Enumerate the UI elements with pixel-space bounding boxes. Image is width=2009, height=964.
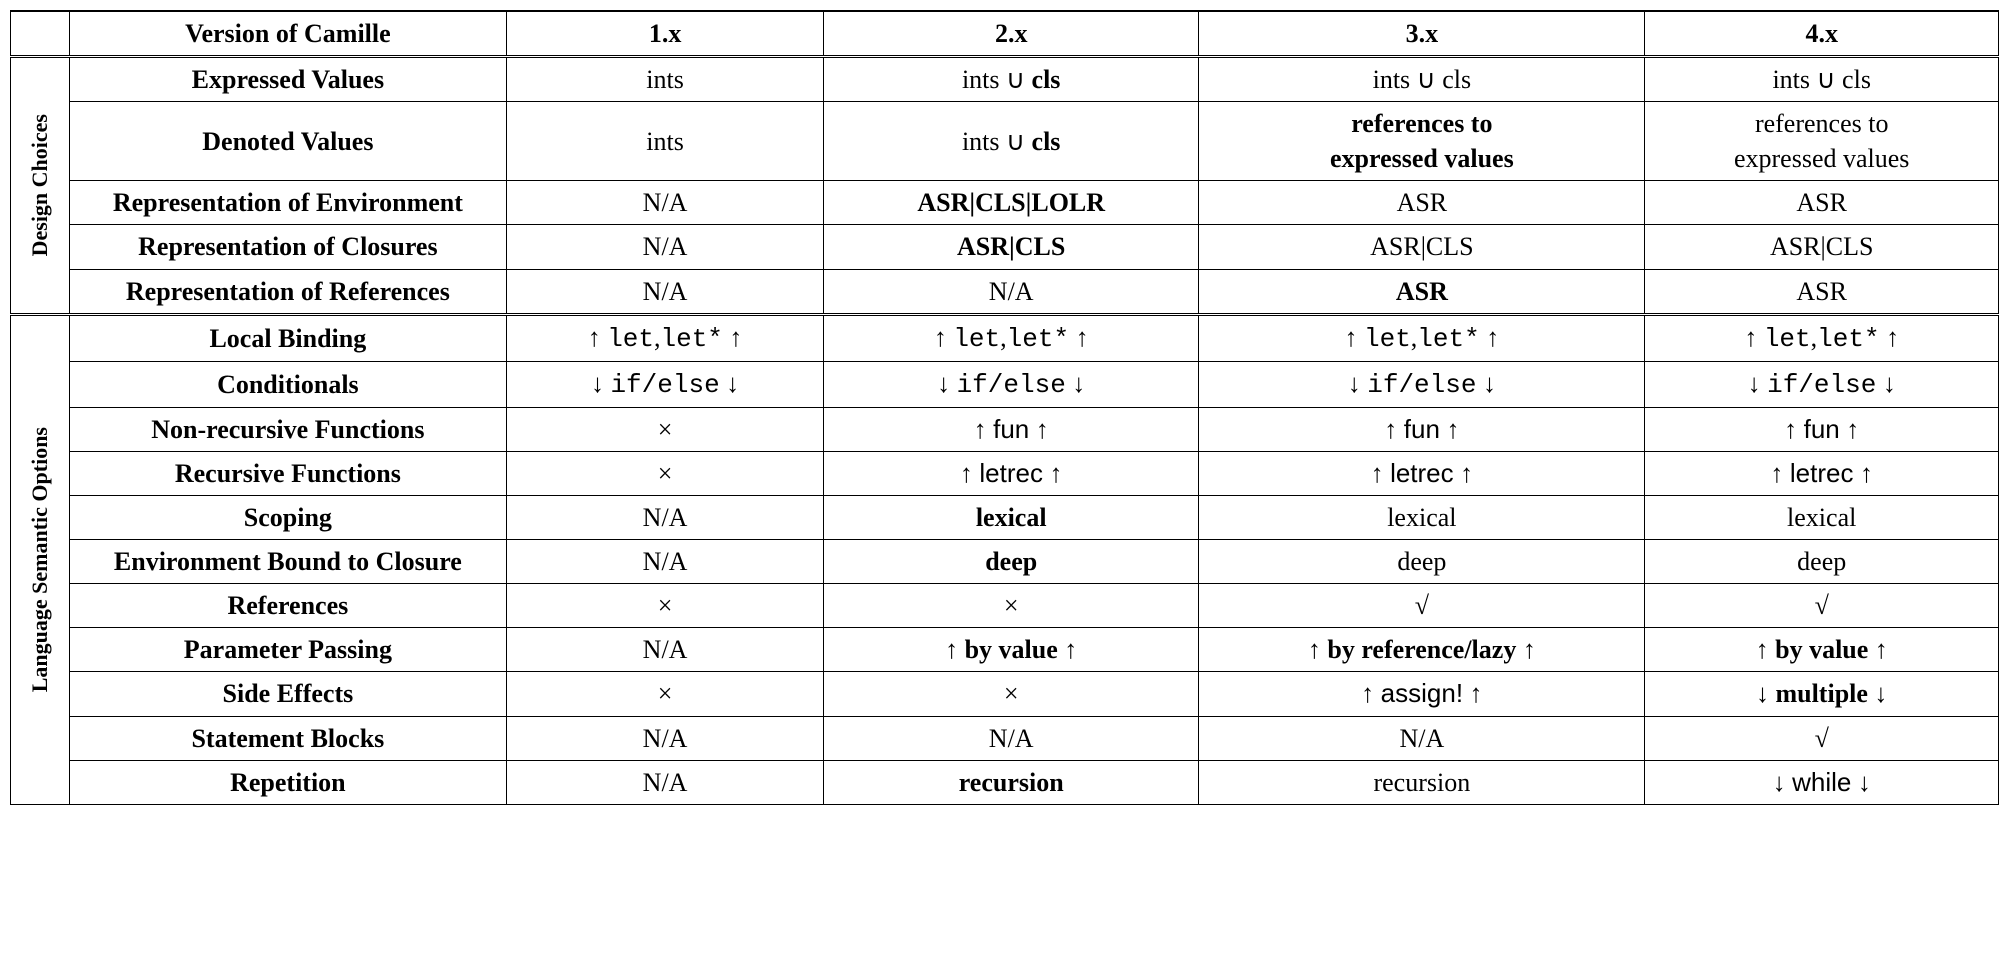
header-v1: 1.x — [507, 11, 824, 57]
nonrec-v1: × — [507, 407, 824, 451]
rec-v4: ↑ letrec ↑ — [1645, 451, 1999, 495]
refs-v1: N/A — [507, 269, 824, 314]
references-v3: √ — [1199, 584, 1645, 628]
group-design: Design Choices — [11, 57, 70, 315]
group-semantic-label: Language Semantic Options — [23, 419, 57, 700]
header-title: Version of Camille — [69, 11, 506, 57]
row-closures: Representation of Closures — [69, 225, 506, 269]
envbound-v4: deep — [1645, 540, 1999, 584]
stmt-v2: N/A — [824, 716, 1199, 760]
stmt-v4: √ — [1645, 716, 1999, 760]
group-semantic: Language Semantic Options — [11, 314, 70, 804]
row-envbound: Environment Bound to Closure — [69, 540, 506, 584]
row-refs: Representation of References — [69, 269, 506, 314]
rec-v2: ↑ letrec ↑ — [824, 451, 1199, 495]
row-scoping: Scoping — [69, 496, 506, 540]
param-v3: ↑ by reference/lazy ↑ — [1199, 628, 1645, 672]
expressed-v1: ints — [507, 57, 824, 102]
references-v2: × — [824, 584, 1199, 628]
env-v2: ASR|CLS|LOLR — [824, 181, 1199, 225]
row-references: References — [69, 584, 506, 628]
envbound-v3: deep — [1199, 540, 1645, 584]
denoted-v2: ints ∪ cls — [824, 102, 1199, 181]
closures-v3: ASR|CLS — [1199, 225, 1645, 269]
side-v4: ↓ multiple ↓ — [1645, 672, 1999, 716]
row-param: Parameter Passing — [69, 628, 506, 672]
rec-v1: × — [507, 451, 824, 495]
local-v3: ↑ let,let* ↑ — [1199, 314, 1645, 361]
row-env: Representation of Environment — [69, 181, 506, 225]
rep-v3: recursion — [1199, 760, 1645, 804]
env-v4: ASR — [1645, 181, 1999, 225]
side-v2: × — [824, 672, 1199, 716]
side-v3: ↑ assign! ↑ — [1199, 672, 1645, 716]
closures-v1: N/A — [507, 225, 824, 269]
param-v4: ↑ by value ↑ — [1645, 628, 1999, 672]
cond-v4: ↓ if/else ↓ — [1645, 361, 1999, 407]
env-v3: ASR — [1199, 181, 1645, 225]
refs-v4: ASR — [1645, 269, 1999, 314]
param-v1: N/A — [507, 628, 824, 672]
local-v4: ↑ let,let* ↑ — [1645, 314, 1999, 361]
refs-v3: ASR — [1199, 269, 1645, 314]
refs-v2: N/A — [824, 269, 1199, 314]
row-local: Local Binding — [69, 314, 506, 361]
envbound-v2: deep — [824, 540, 1199, 584]
nonrec-v3: ↑ fun ↑ — [1199, 407, 1645, 451]
row-stmt: Statement Blocks — [69, 716, 506, 760]
param-v2: ↑ by value ↑ — [824, 628, 1199, 672]
references-v1: × — [507, 584, 824, 628]
group-design-label: Design Choices — [23, 106, 57, 264]
header-corner — [11, 11, 70, 57]
header-v4: 4.x — [1645, 11, 1999, 57]
row-cond: Conditionals — [69, 361, 506, 407]
denoted-v3: references toexpressed values — [1199, 102, 1645, 181]
scoping-v3: lexical — [1199, 496, 1645, 540]
rep-v4: ↓ while ↓ — [1645, 760, 1999, 804]
rep-v1: N/A — [507, 760, 824, 804]
header-v2: 2.x — [824, 11, 1199, 57]
stmt-v3: N/A — [1199, 716, 1645, 760]
denoted-v4: references toexpressed values — [1645, 102, 1999, 181]
camille-versions-table: Version of Camille 1.x 2.x 3.x 4.x Desig… — [10, 10, 1999, 805]
side-v1: × — [507, 672, 824, 716]
row-expressed: Expressed Values — [69, 57, 506, 102]
row-rec: Recursive Functions — [69, 451, 506, 495]
nonrec-v2: ↑ fun ↑ — [824, 407, 1199, 451]
closures-v4: ASR|CLS — [1645, 225, 1999, 269]
scoping-v2: lexical — [824, 496, 1199, 540]
cond-v1: ↓ if/else ↓ — [507, 361, 824, 407]
closures-v2: ASR|CLS — [824, 225, 1199, 269]
scoping-v4: lexical — [1645, 496, 1999, 540]
references-v4: √ — [1645, 584, 1999, 628]
rep-v2: recursion — [824, 760, 1199, 804]
header-v3: 3.x — [1199, 11, 1645, 57]
denoted-v1: ints — [507, 102, 824, 181]
expressed-v4: ints ∪ cls — [1645, 57, 1999, 102]
row-denoted: Denoted Values — [69, 102, 506, 181]
row-nonrec: Non-recursive Functions — [69, 407, 506, 451]
local-v1: ↑ let,let* ↑ — [507, 314, 824, 361]
cond-v3: ↓ if/else ↓ — [1199, 361, 1645, 407]
local-v2: ↑ let,let* ↑ — [824, 314, 1199, 361]
row-side: Side Effects — [69, 672, 506, 716]
rec-v3: ↑ letrec ↑ — [1199, 451, 1645, 495]
expressed-v2: ints ∪ cls — [824, 57, 1199, 102]
env-v1: N/A — [507, 181, 824, 225]
scoping-v1: N/A — [507, 496, 824, 540]
expressed-v3: ints ∪ cls — [1199, 57, 1645, 102]
envbound-v1: N/A — [507, 540, 824, 584]
stmt-v1: N/A — [507, 716, 824, 760]
cond-v2: ↓ if/else ↓ — [824, 361, 1199, 407]
nonrec-v4: ↑ fun ↑ — [1645, 407, 1999, 451]
row-rep: Repetition — [69, 760, 506, 804]
